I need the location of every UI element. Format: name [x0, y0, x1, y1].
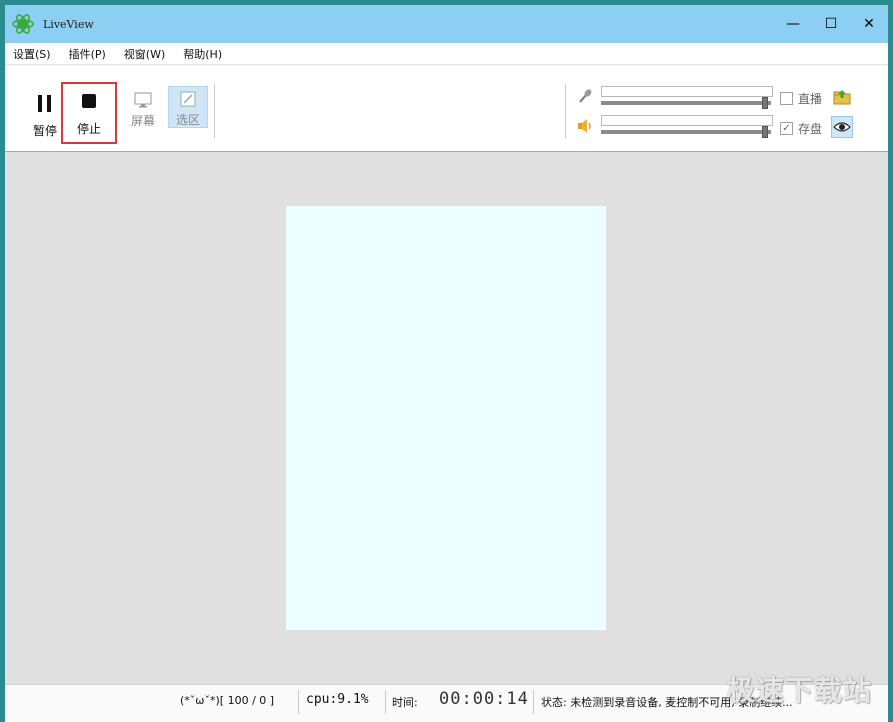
eye-icon	[833, 122, 851, 132]
app-window: LiveView — ☐ ✕ 设置(S) 插件(P) 视窗(W) 帮助(H) 暂…	[0, 0, 893, 722]
maximize-icon: ☐	[824, 16, 838, 32]
menu-plugins[interactable]: 插件(P)	[67, 44, 108, 64]
speaker-level-meter	[601, 115, 773, 126]
maximize-button[interactable]: ☐	[812, 5, 850, 43]
mic-slider-track	[601, 101, 771, 105]
folder-upload-icon	[833, 90, 851, 105]
live-checkbox[interactable]: 直播	[780, 90, 822, 107]
region-label: 选区	[175, 113, 200, 127]
status-clock: 00:00:14	[439, 689, 529, 709]
toolbar: 暂停 停止 屏幕 选区 直播 ✓ 存盘	[5, 66, 888, 152]
watermark: 极速下载站	[726, 674, 872, 707]
save-checkbox[interactable]: ✓ 存盘	[780, 120, 822, 137]
menu-bar: 设置(S) 插件(P) 视窗(W) 帮助(H)	[5, 43, 888, 65]
status-frames: (*ˇωˇ*)[ 100 / 0 ]	[180, 694, 275, 707]
status-divider	[533, 690, 534, 714]
stop-icon	[82, 94, 96, 108]
stop-button[interactable]: 停止	[61, 82, 117, 144]
screen-button[interactable]: 屏幕	[117, 86, 169, 142]
audio-controls: 直播 ✓ 存盘	[565, 80, 885, 140]
minimize-button[interactable]: —	[774, 5, 812, 43]
status-time-label: 时间:	[392, 696, 418, 709]
mic-level-meter	[601, 86, 773, 97]
live-label: 直播	[798, 92, 823, 106]
preview-toggle-button[interactable]	[831, 116, 853, 138]
mic-slider-thumb[interactable]	[762, 97, 768, 109]
speaker-icon	[578, 119, 591, 133]
close-icon: ✕	[863, 16, 875, 32]
open-folder-button[interactable]	[831, 86, 853, 108]
screen-label: 屏幕	[130, 114, 155, 128]
mic-volume-slider[interactable]	[601, 86, 773, 109]
menu-help[interactable]: 帮助(H)	[181, 44, 224, 64]
recording-canvas	[5, 152, 888, 684]
save-checkbox-box[interactable]: ✓	[780, 122, 793, 135]
save-label: 存盘	[798, 122, 823, 136]
status-cpu: cpu:9.1%	[306, 692, 369, 707]
menu-window[interactable]: 视窗(W)	[122, 44, 167, 64]
monitor-icon	[134, 92, 152, 108]
status-divider	[298, 690, 299, 714]
menu-settings[interactable]: 设置(S)	[11, 44, 53, 64]
speaker-slider-thumb[interactable]	[762, 126, 768, 138]
pause-icon	[38, 95, 51, 112]
title-bar[interactable]: LiveView — ☐ ✕	[5, 5, 888, 43]
window-title: LiveView	[43, 17, 94, 31]
status-divider	[385, 690, 386, 714]
live-checkbox-box[interactable]	[780, 92, 793, 105]
toolbar-divider	[214, 84, 215, 138]
stop-label: 停止	[76, 122, 101, 136]
microphone-icon	[579, 89, 592, 103]
region-select-icon	[180, 91, 196, 107]
liveview-logo-icon	[12, 14, 34, 34]
speaker-volume-slider[interactable]	[601, 115, 773, 138]
close-button[interactable]: ✕	[850, 5, 888, 43]
speaker-slider-track	[601, 130, 771, 134]
region-button[interactable]: 选区	[168, 86, 208, 128]
capture-region-preview[interactable]	[286, 206, 606, 630]
minimize-icon: —	[786, 16, 800, 32]
